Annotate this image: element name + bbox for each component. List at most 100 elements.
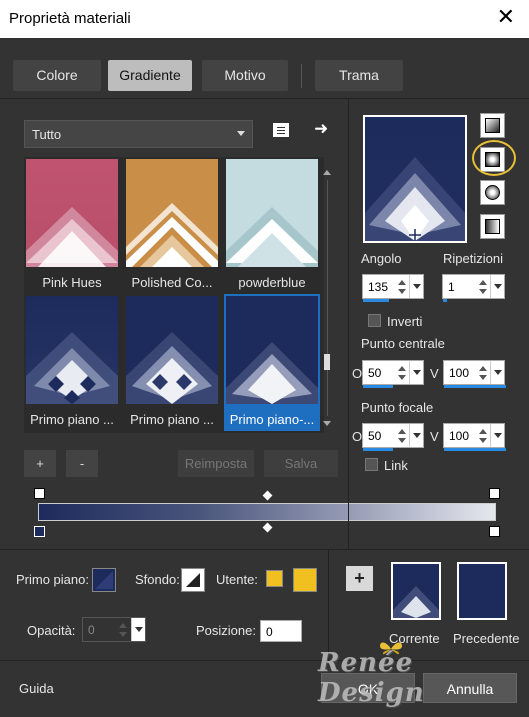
- center-h-slider[interactable]: [363, 385, 393, 388]
- repeats-stepper[interactable]: [477, 277, 489, 297]
- gradient-swatch-list: Pink Hues Polished Co... powderblue Prim…: [24, 157, 324, 433]
- scroll-thumb[interactable]: [324, 354, 330, 370]
- tab-gradiente[interactable]: Gradiente: [108, 60, 192, 91]
- swatch-scrollbar[interactable]: [322, 168, 334, 428]
- focal-v-stepper[interactable]: [477, 426, 489, 446]
- previous-material-swatch[interactable]: [457, 562, 507, 620]
- focal-h-stepper[interactable]: [396, 426, 408, 446]
- focal-v-slider[interactable]: [444, 448, 506, 451]
- close-icon[interactable]: ✕: [497, 6, 515, 28]
- swatch-thumbnail: [26, 159, 118, 267]
- focal-v-label: V: [430, 429, 439, 444]
- gradient-preview[interactable]: [363, 115, 467, 243]
- center-v-dropdown[interactable]: [490, 361, 504, 384]
- arrow-right-icon[interactable]: ➜: [314, 119, 328, 139]
- sunburst-gradient-type-icon[interactable]: [480, 214, 505, 239]
- center-h-spinner[interactable]: 50: [362, 360, 424, 388]
- help-link[interactable]: Guida: [19, 681, 54, 696]
- focal-h-slider[interactable]: [363, 448, 393, 451]
- position-label: Posizione:: [196, 623, 256, 638]
- swatch-primo-piano-selected[interactable]: Primo piano-...: [224, 294, 320, 431]
- scroll-down-icon[interactable]: [323, 421, 331, 426]
- center-v-spinner[interactable]: 100: [443, 360, 506, 388]
- radial-gradient-type-icon[interactable]: [480, 180, 505, 205]
- center-v-slider[interactable]: [444, 385, 506, 388]
- repeats-slider[interactable]: [443, 299, 447, 302]
- swatch-label: Polished Co...: [131, 275, 213, 290]
- swatch-thumbnail: [126, 296, 218, 404]
- swatch-pink-hues[interactable]: Pink Hues: [24, 157, 120, 294]
- center-v-stepper[interactable]: [477, 363, 489, 383]
- repeats-spinner[interactable]: 1: [442, 274, 505, 302]
- focal-h-dropdown[interactable]: [409, 424, 423, 447]
- center-v-value: 100: [449, 366, 470, 380]
- opacity-label: Opacità:: [27, 623, 76, 638]
- top-stop-left[interactable]: [34, 488, 45, 499]
- opacity-spinner[interactable]: 0: [82, 617, 146, 642]
- remove-gradient-button[interactable]: -: [66, 450, 98, 477]
- swatch-label: Primo piano-...: [224, 412, 320, 427]
- tab-motivo[interactable]: Motivo: [202, 60, 288, 91]
- current-material-swatch[interactable]: [391, 562, 441, 620]
- tab-separator: [301, 64, 302, 88]
- preview-image: [393, 586, 439, 618]
- angle-dropdown[interactable]: [409, 275, 423, 298]
- preview-image: [365, 117, 465, 241]
- focal-h-spinner[interactable]: 50: [362, 423, 424, 451]
- swatch-powderblue[interactable]: powderblue: [224, 157, 320, 294]
- swatch-thumbnail: [26, 296, 118, 404]
- background-swatch[interactable]: [181, 568, 205, 592]
- category-dropdown[interactable]: Tutto: [24, 120, 253, 148]
- top-stop-right[interactable]: [489, 488, 500, 499]
- user-color-small[interactable]: [266, 570, 283, 587]
- position-field[interactable]: 0: [260, 620, 302, 642]
- focal-v-dropdown[interactable]: [490, 424, 504, 447]
- opacity-stepper[interactable]: [117, 620, 129, 640]
- focal-v-value: 100: [449, 429, 470, 443]
- opacity-dropdown[interactable]: [131, 618, 145, 641]
- reset-button[interactable]: Reimposta: [178, 450, 254, 477]
- repeats-value: 1: [448, 280, 455, 294]
- swatch-primo-piano-2[interactable]: Primo piano ...: [124, 294, 220, 431]
- background-label: Sfondo:: [135, 572, 180, 587]
- center-h-label: O: [352, 366, 363, 381]
- center-h-dropdown[interactable]: [409, 361, 423, 384]
- user-color-large[interactable]: [293, 568, 317, 592]
- angle-label: Angolo: [361, 251, 402, 266]
- swatch-label: Primo piano ...: [30, 412, 114, 427]
- invert-label: Inverti: [387, 314, 423, 329]
- focal-point-label: Punto focale: [361, 400, 434, 415]
- repeats-label: Ripetizioni: [443, 251, 503, 266]
- center-h-stepper[interactable]: [396, 363, 408, 383]
- repeats-dropdown[interactable]: [490, 275, 504, 298]
- angle-stepper[interactable]: [396, 277, 408, 297]
- foreground-label: Primo piano:: [16, 572, 89, 587]
- link-checkbox[interactable]: [365, 458, 378, 471]
- chevron-down-icon: [237, 131, 245, 136]
- user-label: Utente:: [216, 572, 258, 587]
- angle-slider[interactable]: [363, 299, 389, 302]
- library-icon[interactable]: [273, 123, 289, 137]
- tab-trama[interactable]: Trama: [315, 60, 403, 91]
- save-button[interactable]: Salva: [264, 450, 338, 477]
- color-stop-right[interactable]: [489, 526, 500, 537]
- angle-value: 135: [368, 280, 389, 294]
- window-title: Proprietà materiali: [9, 10, 131, 27]
- focal-v-spinner[interactable]: 100: [443, 423, 506, 451]
- foreground-swatch[interactable]: [92, 568, 116, 592]
- color-stop-left[interactable]: [34, 526, 45, 537]
- swatch-polished-copper[interactable]: Polished Co...: [124, 157, 220, 294]
- bottom-divider: [328, 550, 329, 660]
- add-color-button[interactable]: +: [346, 566, 373, 591]
- invert-checkbox[interactable]: [368, 314, 381, 327]
- swatch-label: powderblue: [238, 275, 306, 290]
- gradient-bar[interactable]: [38, 503, 496, 521]
- angle-spinner[interactable]: 135: [362, 274, 424, 302]
- swatch-label: Pink Hues: [42, 275, 102, 290]
- scroll-up-icon[interactable]: [323, 170, 331, 175]
- tab-colore[interactable]: Colore: [13, 60, 101, 91]
- add-gradient-button[interactable]: +: [24, 450, 56, 477]
- swatch-primo-piano-1[interactable]: Primo piano ...: [24, 294, 120, 431]
- watermark-logo: Renée Design: [318, 648, 425, 708]
- linear-gradient-type-icon[interactable]: [480, 113, 505, 138]
